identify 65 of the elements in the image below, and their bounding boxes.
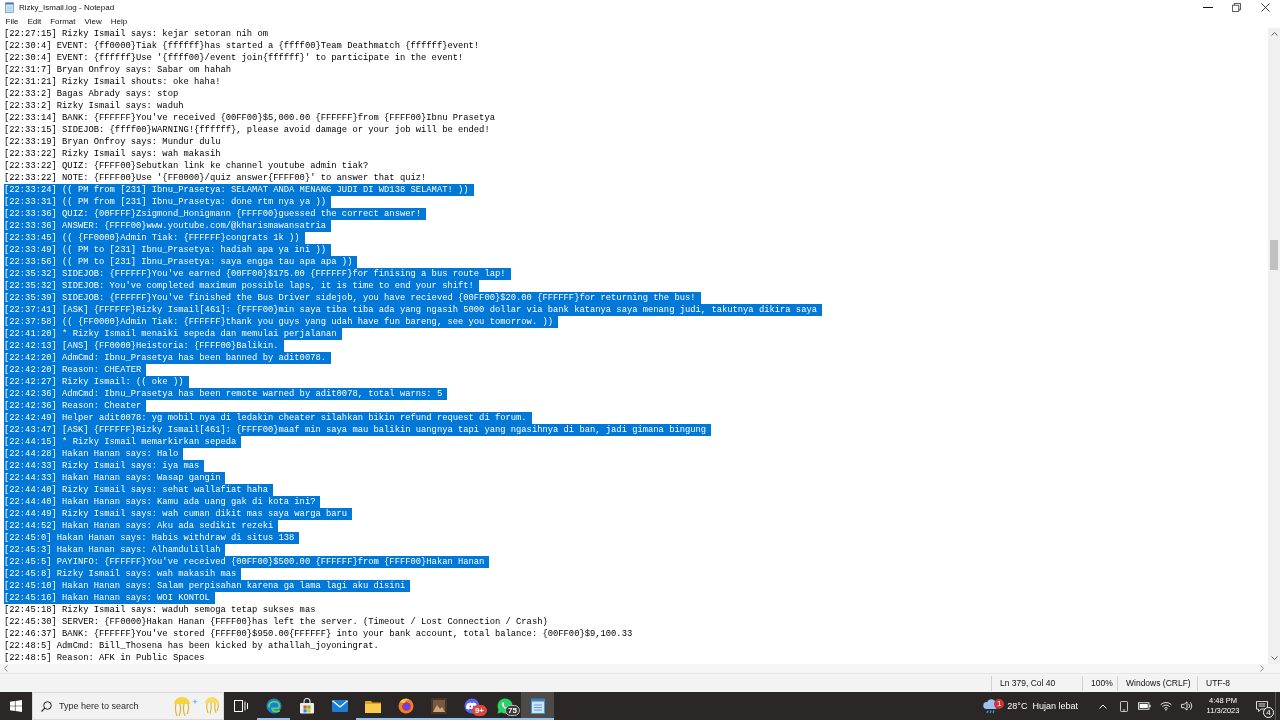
search-bar[interactable]: Type here to search <box>32 692 224 720</box>
log-line: [22:33:22] Rizky Ismail says: wah makasih <box>4 148 221 160</box>
envelope-icon <box>331 700 348 712</box>
log-line: [22:33:2] Rizky Ismail says: waduh <box>4 100 184 112</box>
swirl-icon <box>265 698 282 714</box>
chevron-up-icon <box>1098 703 1107 709</box>
log-line: [22:30:4] EVENT: {ffffff}Use '{ffff00}/event join{ffffff}' to participate in the event! <box>4 52 464 64</box>
flame-globe-icon <box>397 698 414 714</box>
notepad-icon <box>5 2 14 13</box>
battery-icon <box>1138 702 1151 710</box>
menu-item[interactable]: File <box>1 15 23 28</box>
log-line: [22:31:21] Rizky Ismail shouts: oke haha! <box>4 76 221 88</box>
picture-tile-icon <box>430 698 447 714</box>
phone-icon <box>1119 700 1128 712</box>
log-line: [22:45:18] Rizky Ismail says: waduh semoga tetap sukses mas <box>4 604 316 616</box>
taskbar-app-button[interactable] <box>521 692 554 720</box>
search-field[interactable]: Type here to search <box>59 701 171 711</box>
windows-logo-icon <box>10 700 22 712</box>
log-line: [22:33:2] Bagas Abrady says: stop <box>4 88 179 100</box>
taskbar-app-button[interactable]: 9+ <box>455 692 488 720</box>
notification-count: 4 <box>1263 707 1274 718</box>
menu-item[interactable]: View <box>80 15 107 28</box>
cursor-position: Ln 379, Col 40 <box>991 675 1082 691</box>
shopping-bag-icon <box>298 698 315 714</box>
chevron-left-icon <box>4 665 8 672</box>
close-icon <box>1261 3 1270 12</box>
log-line: [22:27:15] Rizky Ismail says: kejar setoran nih om <box>4 28 268 40</box>
notification-count: 75 <box>505 705 520 716</box>
log-line: [22:48:5] AdmCmd: Bill_Thosena has been kicked by athallah_joyoningrat. <box>4 640 379 652</box>
log-line: [22:46:37] BANK: {FFFFFF}You've stored {FFFF00}$950.00{FFFFFF} into your bank account, total balance: {00FF00}$9,100.33 <box>4 628 633 640</box>
log-line: [22:30:4] EVENT: {ff0000}Tiak {ffffff}has started a {ffff00}Team Deathmatch {ffffff}event! <box>4 40 480 52</box>
menu-item[interactable]: Format <box>45 15 81 28</box>
log-line: [22:33:22] NOTE: {FFFF00}Use '{FF0000}/quiz answer{FFFF00}' to answer that quiz! <box>4 172 427 184</box>
log-line: [22:45:30] SERVER: {FF0000}Hakan Hanan {FFFF00}has left the server. (Timeout / Lost Connection / Crash) <box>4 616 548 628</box>
window-title: Rizky_Ismail.log - Notepad <box>19 2 116 14</box>
jellyfish-illustration <box>171 695 221 717</box>
folder-icon <box>364 699 381 713</box>
notification-count: 1 <box>994 699 1005 709</box>
zoom-level: 100% <box>1082 675 1117 691</box>
wifi-icon <box>1159 701 1172 711</box>
log-line: [22:33:15] SIDEJOB: {ffff00}WARNING!{ffffff}, please avoid damage or your job will be ended! <box>4 124 490 136</box>
menu-item[interactable]: Edit <box>22 15 46 28</box>
chevron-up-icon <box>1270 32 1278 36</box>
notification-center-button[interactable]: 4 <box>1249 692 1275 720</box>
weather-temperature[interactable]: 28°C <box>1007 701 1028 711</box>
message-bubble-icon <box>1256 700 1268 712</box>
restore-icon <box>1232 3 1241 12</box>
search-icon <box>41 700 52 712</box>
log-line: [22:33:19] Bryan Onfroy says: Mundur dulu <box>4 136 221 148</box>
scrollbar-thumb[interactable] <box>1270 240 1278 270</box>
line-ending: Windows (CRLF) <box>1117 675 1197 691</box>
chevron-right-icon <box>1260 665 1264 672</box>
text-encoding: UTF-8 <box>1197 675 1268 691</box>
chevron-down-icon <box>1270 656 1278 660</box>
menu-item[interactable]: Help <box>106 15 132 28</box>
task-view-icon <box>233 700 248 712</box>
weather-condition[interactable]: Hujan lebat <box>1032 701 1078 711</box>
log-line: [22:33:22] QUIZ: {FFFF00}Sebutkan link ke channel youtube admin tiak? <box>4 160 369 172</box>
minimize-icon <box>1202 7 1213 8</box>
speaker-icon <box>1180 701 1193 711</box>
notepad-icon <box>530 698 545 714</box>
log-line: [22:31:7] Bryan Onfroy says: Sabar om hahah <box>4 64 231 76</box>
notification-count: 9+ <box>471 705 487 716</box>
log-line: [22:33:14] BANK: {FFFFFF}You've received {00FF00}$5,000.00 {FFFFFF}from {FFFF00}Ibnu Prasetya <box>4 112 495 124</box>
log-line: [22:48:5] Reason: AFK in Public Spaces <box>4 652 205 664</box>
